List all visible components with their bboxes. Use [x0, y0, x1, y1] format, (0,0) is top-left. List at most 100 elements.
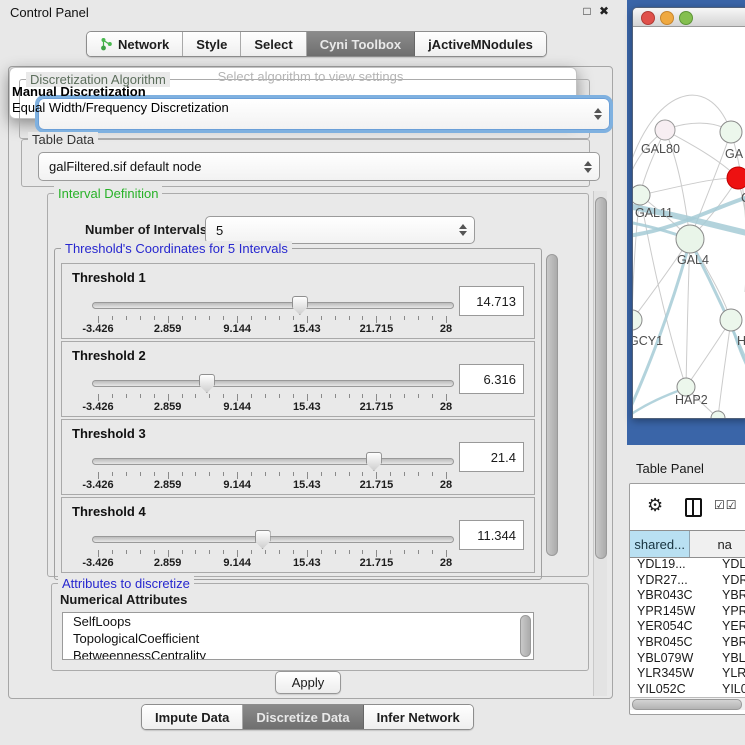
numerical-attributes-list[interactable]: SelfLoopsTopologicalCoefficientBetweenne… — [62, 612, 534, 660]
threshold-value-field-1[interactable]: 14.713 — [459, 286, 524, 316]
network-node[interactable] — [720, 309, 742, 331]
table-h-scrollbar[interactable] — [630, 697, 745, 710]
threshold-value-field-3[interactable]: 21.4 — [459, 442, 524, 472]
network-edge[interactable] — [633, 239, 690, 320]
slider-tick — [307, 394, 308, 401]
window-minimize-traffic-button[interactable] — [660, 11, 674, 25]
table-row[interactable]: YBL079WYBL0 — [630, 651, 745, 667]
apply-button[interactable]: Apply — [275, 671, 341, 694]
window-close-traffic-button[interactable] — [641, 11, 655, 25]
split-pane-icon[interactable] — [685, 498, 702, 517]
column-header-shared[interactable]: shared... — [630, 531, 690, 557]
slider-thumb[interactable] — [199, 374, 215, 393]
scrollbar-thumb[interactable] — [546, 254, 558, 556]
network-node[interactable] — [711, 411, 725, 419]
slider-tick — [168, 472, 169, 479]
slider-track[interactable] — [92, 302, 454, 309]
table-row[interactable]: YDL19...YDL1 — [630, 557, 745, 573]
network-node[interactable] — [655, 120, 675, 140]
table-cell: YPR1 — [715, 604, 745, 620]
threshold-value-field-4[interactable]: 11.344 — [459, 520, 524, 550]
table-rows: YDL19...YDL1YDR27...YDR2YBR043CYBR0YPR14… — [630, 557, 745, 697]
tab-style[interactable]: Style — [183, 32, 241, 56]
network-edge[interactable] — [686, 320, 731, 387]
table-row[interactable]: YPR145WYPR1 — [630, 604, 745, 620]
tab-jactivemnodules[interactable]: jActiveMNodules — [415, 32, 546, 56]
popup-option-equal-width[interactable]: Equal Width/Frequency Discretization — [12, 100, 229, 115]
threshold-slider-1[interactable]: -3.4262.8599.14415.4321.71528 — [92, 292, 452, 334]
table-data-combo[interactable]: galFiltered.sif default node — [38, 152, 600, 181]
num-intervals-combo[interactable]: 5 — [205, 216, 475, 244]
float-button[interactable]: □ — [579, 3, 595, 19]
thresholds-scrollbar[interactable] — [545, 250, 558, 576]
close-button[interactable]: ✖ — [596, 3, 612, 19]
popup-option-manual[interactable]: Manual Discretization — [12, 84, 146, 99]
scrollbar-thumb[interactable] — [595, 197, 607, 559]
slider-track[interactable] — [92, 380, 454, 387]
list-item[interactable]: BetweennessCentrality — [63, 647, 533, 660]
slider-tick — [251, 550, 252, 554]
threshold-slider-3[interactable]: -3.4262.8599.14415.4321.71528 — [92, 448, 452, 490]
slider-tick — [237, 550, 238, 557]
table-row[interactable]: YER054CYER0 — [630, 619, 745, 635]
slider-tick — [265, 472, 266, 476]
slider-tick — [112, 316, 113, 320]
network-canvas[interactable]: GAL80GACGAL11GAL4GCY1HHAP2 — [633, 27, 745, 419]
tab-select[interactable]: Select — [241, 32, 306, 56]
tab-discretize-data[interactable]: Discretize Data — [243, 705, 363, 729]
network-node[interactable] — [727, 167, 745, 189]
slider-track[interactable] — [92, 536, 454, 543]
slider-tick — [446, 550, 447, 557]
attributes-group: Attributes to discretize Numerical Attri… — [51, 583, 589, 671]
network-node-label: GAL80 — [641, 142, 680, 156]
threshold-slider-2[interactable]: -3.4262.8599.14415.4321.71528 — [92, 370, 452, 412]
table-row[interactable]: YDR27...YDR2 — [630, 573, 745, 589]
table-cell: YLR345W — [630, 666, 715, 682]
network-node-label: HAP2 — [675, 393, 708, 407]
slider-thumb[interactable] — [366, 452, 382, 471]
slider-thumb[interactable] — [292, 296, 308, 315]
slider-tick — [432, 472, 433, 476]
table-row[interactable]: YBR045CYBR0 — [630, 635, 745, 651]
network-edge[interactable] — [633, 95, 731, 175]
scrollbar-thumb[interactable] — [632, 699, 742, 710]
network-node[interactable] — [633, 310, 642, 330]
table-data-group-title: Table Data — [28, 132, 98, 147]
combo-arrows-icon — [584, 161, 592, 173]
window-zoom-traffic-button[interactable] — [679, 11, 693, 25]
threshold-value-field-2[interactable]: 6.316 — [459, 364, 524, 394]
network-edge[interactable] — [718, 320, 731, 418]
checkbox-icons[interactable]: ☑☑ — [714, 498, 738, 512]
tab-infer-network[interactable]: Infer Network — [364, 705, 473, 729]
table-row[interactable]: YIL052CYIL0 — [630, 682, 745, 698]
slider-track[interactable] — [92, 458, 454, 465]
list-item[interactable]: TopologicalCoefficient — [63, 630, 533, 647]
threshold-slider-4[interactable]: -3.4262.8599.14415.4321.71528 — [92, 526, 452, 568]
panel-scrollbar[interactable] — [593, 191, 607, 696]
column-header-name[interactable]: na — [690, 531, 745, 557]
slider-tick — [432, 550, 433, 554]
scrollbar-thumb[interactable] — [520, 615, 531, 657]
tab-impute-data[interactable]: Impute Data — [142, 705, 243, 729]
slider-tick — [223, 394, 224, 398]
network-node[interactable] — [633, 185, 650, 205]
attributes-group-title: Attributes to discretize — [58, 576, 194, 591]
num-intervals-label: Number of Intervals — [85, 222, 207, 237]
list-item[interactable]: SelfLoops — [63, 613, 533, 630]
slider-tick — [418, 472, 419, 476]
tab-network[interactable]: Network — [87, 32, 183, 56]
slider-tick-label: 28 — [440, 557, 452, 569]
table-row[interactable]: YLR345WYLR3 — [630, 666, 745, 682]
network-node[interactable] — [676, 225, 704, 253]
network-node[interactable] — [720, 121, 742, 143]
threshold-panel-3: Threshold 3 -3.4262.8599.14415.4321.7152… — [61, 419, 535, 495]
slider-tick-label: 9.144 — [223, 323, 251, 335]
slider-tick — [335, 316, 336, 320]
table-row[interactable]: YBR043CYBR0 — [630, 588, 745, 604]
network-edge[interactable] — [640, 178, 738, 195]
float-icon: □ — [583, 4, 590, 18]
tab-cyni-toolbox[interactable]: Cyni Toolbox — [307, 32, 415, 56]
gear-icon[interactable]: ⚙ — [647, 496, 663, 514]
slider-thumb[interactable] — [255, 530, 271, 549]
slider-tick — [321, 394, 322, 398]
